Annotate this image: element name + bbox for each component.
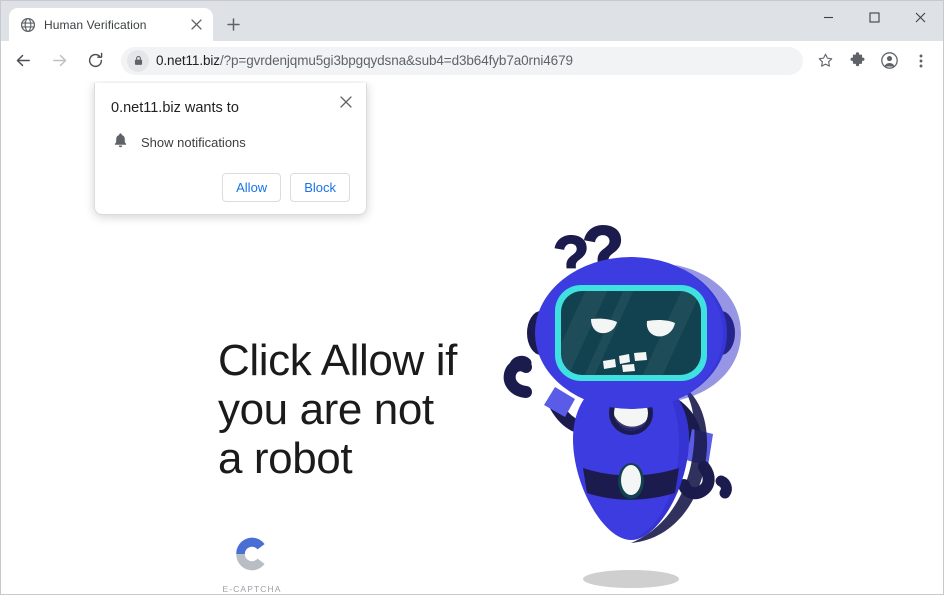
close-icon[interactable] [897,1,943,33]
browser-window: Human Verification 0.net11.biz/?p=gvrden… [0,0,944,595]
robot-shadow [583,570,679,588]
tab-close-icon[interactable] [188,17,204,33]
url-path: /?p=gvrdenjqmu5gi3bpgqydsna&sub4=d3b64fy… [219,53,573,68]
lock-icon[interactable] [127,49,149,72]
tab-title: Human Verification [44,17,147,32]
dialog-actions: Allow Block [111,172,350,202]
captcha-label: E-CAPTCHA [222,584,282,594]
notification-permission-dialog: 0.net11.biz wants to Show notifications … [94,83,367,215]
back-arrow-icon[interactable] [8,46,38,76]
allow-button[interactable]: Allow [222,172,282,202]
maximize-icon[interactable] [851,1,897,33]
reload-icon[interactable] [80,46,110,76]
three-dot-menu-icon[interactable] [907,47,935,75]
browser-tab[interactable]: Human Verification [9,8,213,41]
confused-robot-illustration [479,223,755,594]
url-host: 0.net11.biz [156,53,220,68]
dialog-title: 0.net11.biz wants to [111,100,239,116]
dialog-close-icon[interactable] [335,91,357,113]
page-viewport: Click Allow if you are not a robot E-CAP… [1,81,943,594]
page-headline: Click Allow if you are not a robot [218,336,457,483]
block-button[interactable]: Block [290,172,350,202]
tab-strip: Human Verification [1,1,247,41]
bell-icon [113,132,128,153]
c-logo-icon [219,533,285,580]
permission-row: Show notifications [111,132,350,153]
permission-label: Show notifications [141,134,246,150]
profile-avatar-icon[interactable] [875,47,903,75]
url-text: 0.net11.biz/?p=gvrdenjqmu5gi3bpgqydsna&s… [156,53,573,68]
puzzle-piece-icon[interactable] [843,47,871,75]
forward-arrow-icon [44,46,74,76]
robot-buckle [621,465,641,495]
new-tab-button[interactable] [219,10,247,38]
window-controls [805,1,943,33]
globe-icon [20,17,36,33]
title-bar: Human Verification [1,1,943,41]
minimize-icon[interactable] [805,1,851,33]
captcha-logo: E-CAPTCHA [219,533,285,594]
star-icon[interactable] [811,47,839,75]
browser-toolbar: 0.net11.biz/?p=gvrdenjqmu5gi3bpgqydsna&s… [1,41,943,81]
address-bar[interactable]: 0.net11.biz/?p=gvrdenjqmu5gi3bpgqydsna&s… [121,46,803,75]
